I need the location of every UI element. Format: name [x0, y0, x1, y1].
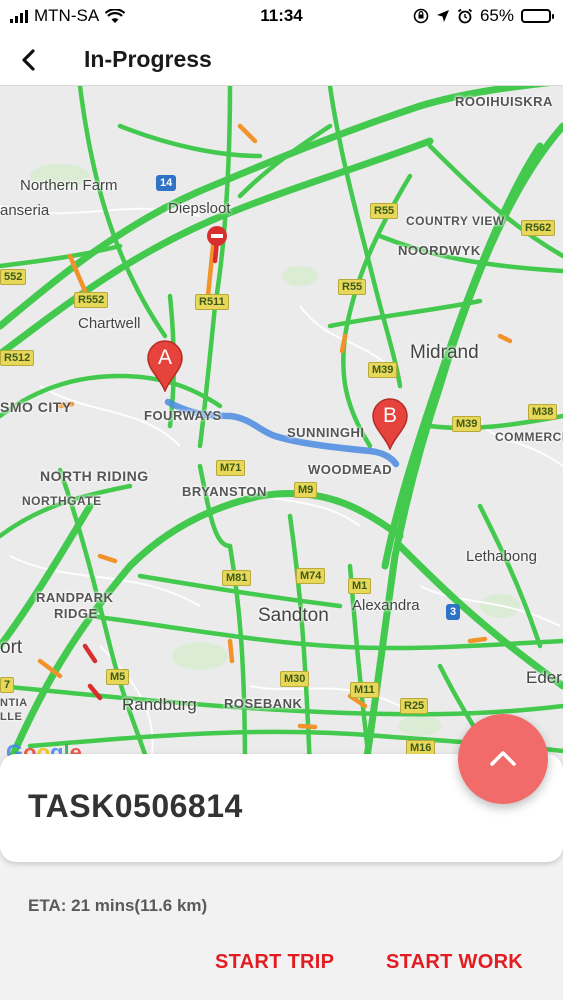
route-shield-r562: R562 — [521, 220, 556, 236]
battery-icon — [521, 9, 554, 23]
map-label-northgate: NORTHGATE — [22, 494, 102, 508]
route-shield-552: 552 — [0, 269, 27, 285]
map-label-sandton: Sandton — [258, 605, 329, 626]
map-label-cosmo-city: SMO CITY — [0, 399, 72, 415]
route-shield-m38: M38 — [528, 404, 558, 420]
start-trip-button[interactable]: START TRIP — [215, 951, 334, 974]
route-shield-r511: R511 — [195, 294, 229, 310]
route-shield-m7: 7 — [0, 677, 15, 693]
route-shield-m39-east: M39 — [452, 416, 482, 432]
chevron-up-icon — [490, 751, 516, 766]
expand-button[interactable] — [458, 714, 548, 804]
eta-label: ETA: 21 mins(11.6 km) — [28, 896, 208, 915]
map-label-lanseria: anseria — [0, 202, 50, 219]
route-shield-m39-north: M39 — [368, 362, 398, 378]
task-id: TASK0506814 — [28, 788, 243, 824]
route-shield-m74: M74 — [296, 568, 326, 584]
map-label-bryanston: BRYANSTON — [182, 484, 267, 499]
route-shield-r55-south: R55 — [338, 279, 367, 295]
marker-b-label: B — [382, 404, 397, 427]
map-label-rooihuiskraal: ROOIHUISKRA — [455, 94, 553, 109]
map-label-rosebank: ROSEBANK — [224, 696, 303, 711]
route-shield-n3: 3 — [446, 604, 461, 620]
map-view[interactable]: ROOIHUISKRA Northern Farm anseria Diepsl… — [0, 86, 563, 770]
route-shield-r25: R25 — [400, 698, 429, 714]
map-label-sunninghill: SUNNINGHI — [287, 425, 365, 440]
orientation-lock-icon — [413, 8, 429, 24]
map-label-ridge: RIDGE — [54, 606, 98, 621]
map-label-chartwell: Chartwell — [78, 315, 141, 332]
app-header: In-Progress — [0, 34, 563, 86]
map-label-noordwyk: NOORDWYK — [398, 243, 481, 258]
page-title: In-Progress — [84, 46, 212, 72]
route-shield-m11: M11 — [350, 682, 379, 698]
route-shield-n14: 14 — [156, 175, 177, 191]
marker-b[interactable]: B — [371, 398, 409, 450]
map-label-midrand: Midrand — [410, 342, 479, 363]
status-bar: MTN-SA 11:34 65% — [0, 0, 563, 34]
map-label-commercia: COMMERCI — [495, 430, 563, 444]
map-label-randpark: RANDPARK — [36, 590, 114, 605]
route-shield-r552: R552 — [74, 292, 109, 308]
map-label-randburg: Randburg — [122, 695, 197, 714]
route-shield-r55-north: R55 — [370, 203, 399, 219]
route-shield-r512: R512 — [0, 350, 35, 366]
map-label-alexandra: Alexandra — [352, 597, 420, 614]
route-shield-m9: M9 — [294, 482, 318, 498]
battery-percent: 65% — [479, 6, 514, 25]
marker-a-label: A — [157, 346, 172, 369]
map-label-diepsloot: Diepsloot — [168, 200, 231, 217]
map-label-country-view: COUNTRY VIEW — [406, 214, 505, 228]
map-label-ort: ort — [0, 637, 23, 658]
start-work-button[interactable]: START WORK — [386, 951, 523, 974]
route-shield-m1: M1 — [348, 578, 372, 594]
map-label-ntia: NTIA — [0, 697, 28, 709]
map-label-north-riding: NORTH RIDING — [40, 468, 149, 484]
route-shield-m5: M5 — [106, 669, 130, 685]
map-label-northern-farm: Northern Farm — [20, 177, 118, 194]
marker-a[interactable]: A — [146, 340, 184, 392]
map-label-fourways: FOURWAYS — [144, 408, 222, 423]
map-label-eden: Eder — [526, 668, 562, 687]
route-shield-m81: M81 — [222, 570, 252, 586]
alarm-icon — [457, 8, 473, 24]
map-label-woodmead: WOODMEAD — [308, 462, 393, 477]
back-button[interactable] — [14, 44, 46, 76]
route-shield-m71: M71 — [216, 460, 246, 476]
chevron-left-icon — [22, 49, 35, 71]
location-arrow-icon — [436, 10, 449, 22]
map-label-lle: LLE — [0, 711, 23, 723]
route-shield-m30: M30 — [280, 671, 310, 687]
map-label-lethabong: Lethabong — [466, 548, 537, 565]
